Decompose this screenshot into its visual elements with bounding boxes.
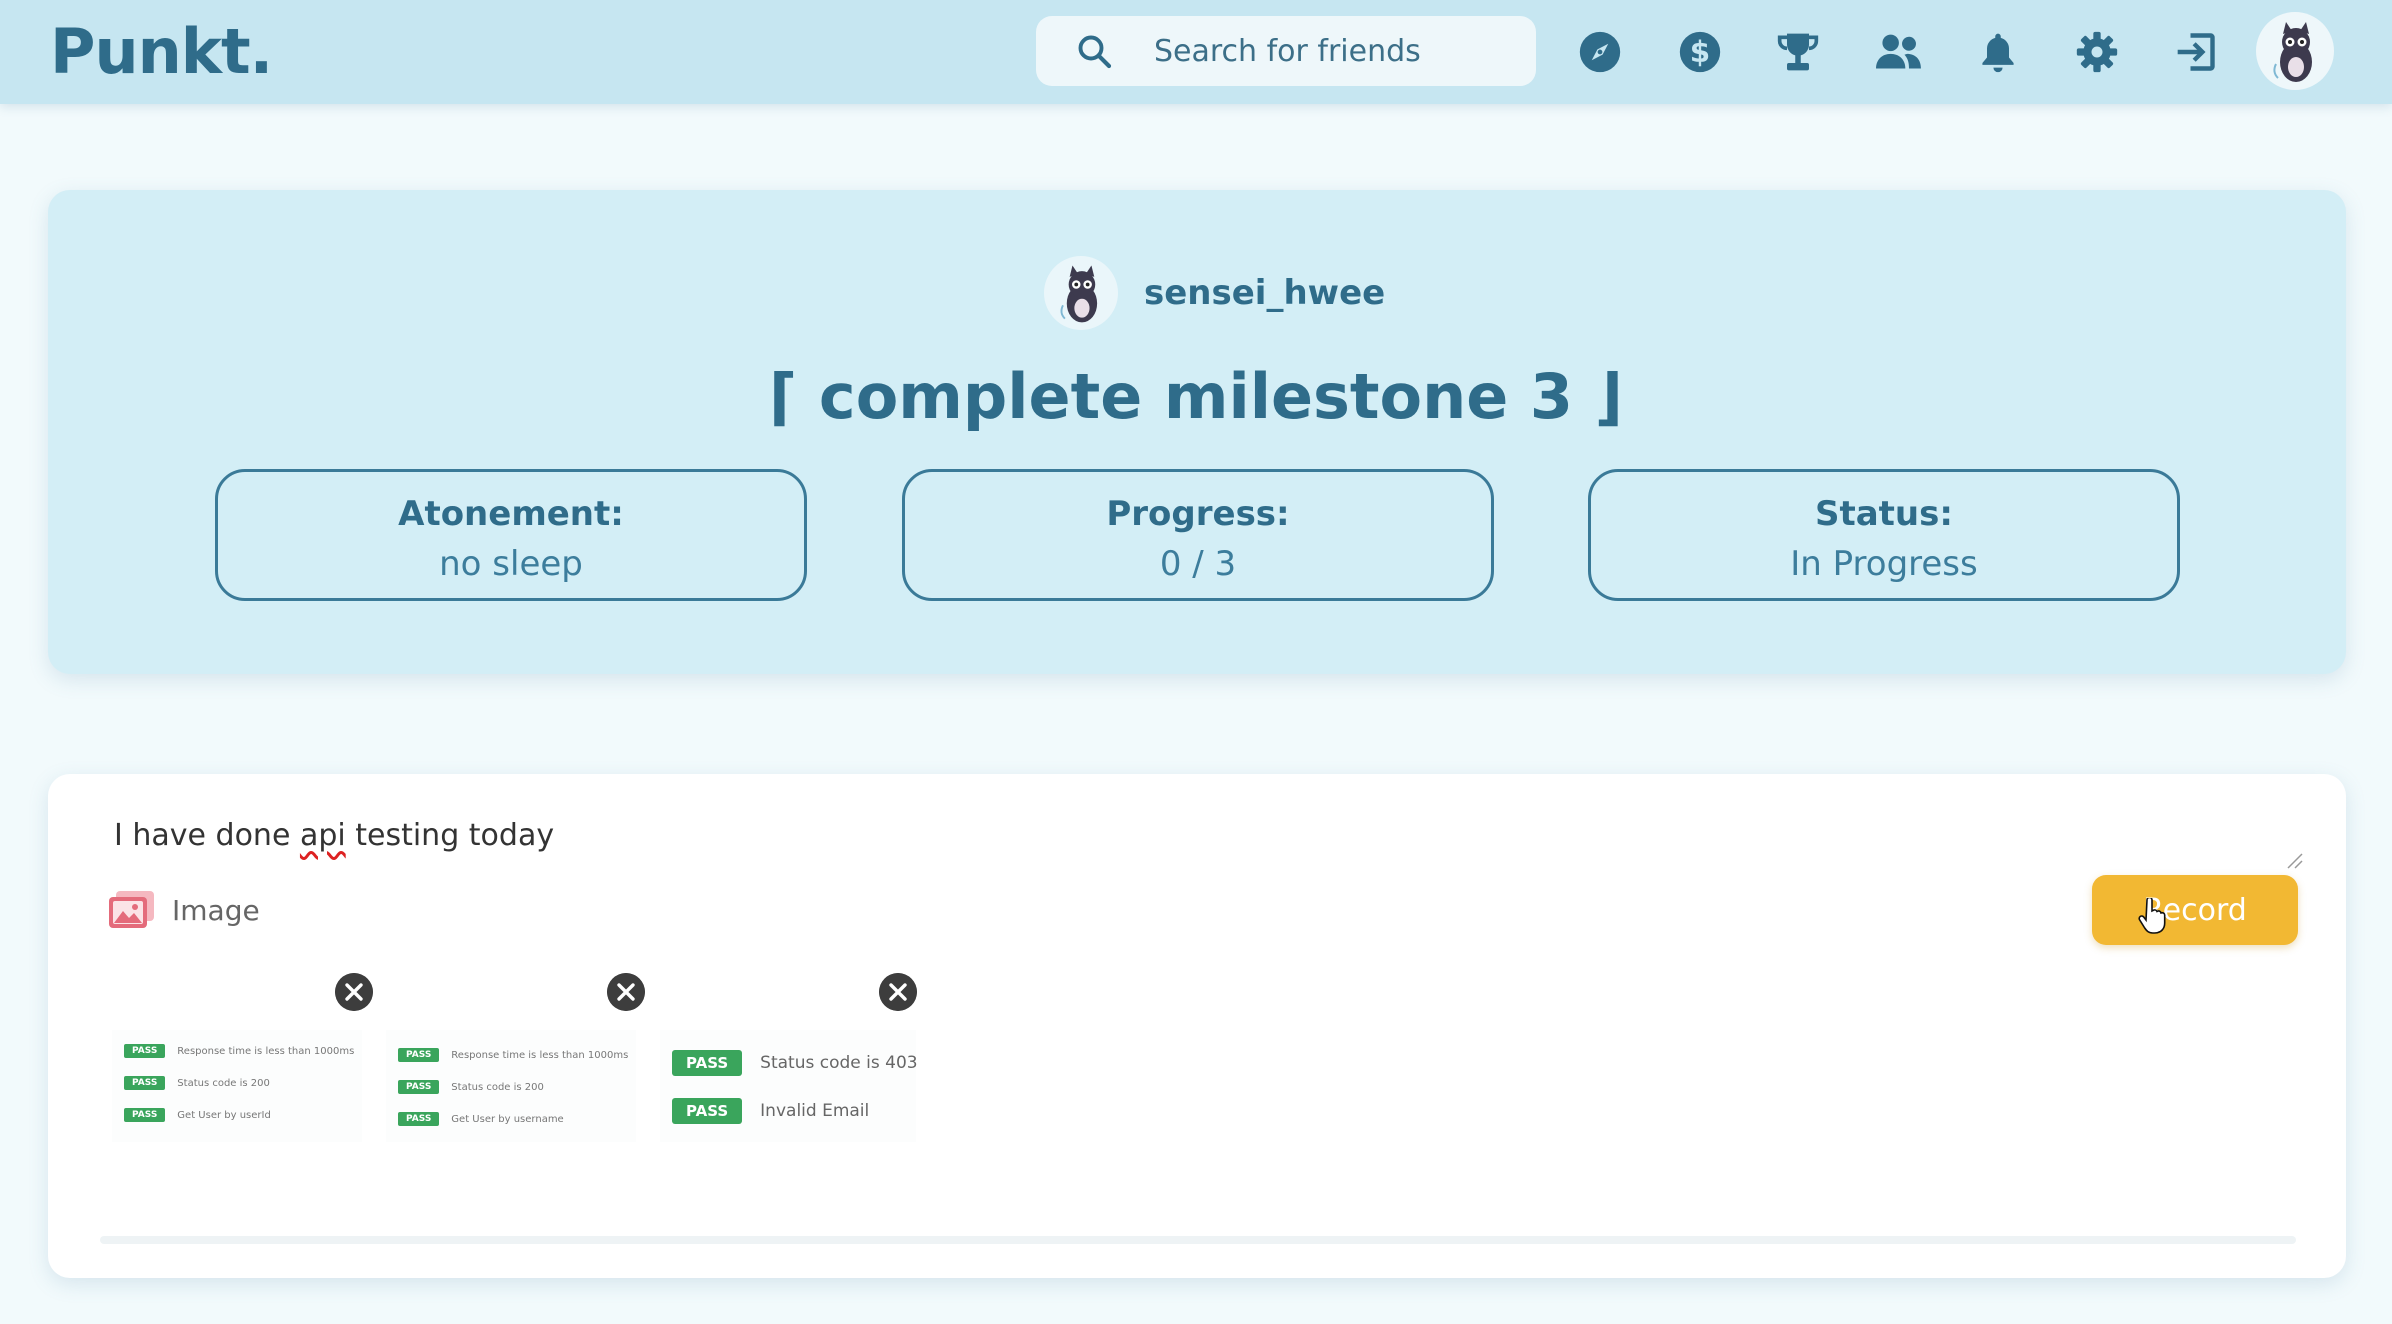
friend-search-box[interactable] — [1036, 16, 1536, 86]
owner-avatar[interactable] — [1044, 256, 1118, 330]
remove-image-3-button[interactable] — [879, 973, 917, 1011]
note-text-end: testing today — [345, 818, 555, 853]
search-input[interactable] — [1154, 16, 1514, 86]
remove-image-1-button[interactable] — [335, 973, 373, 1011]
cat-avatar-icon — [2273, 22, 2312, 82]
image-icon — [109, 891, 154, 928]
test-result-row: PASS Status code is 200 — [398, 1080, 544, 1094]
atonement-label: Atonement: — [398, 494, 624, 534]
test-name: Status code is 200 — [451, 1081, 544, 1093]
atonement-value: no sleep — [439, 544, 583, 584]
note-text-start: I have done — [114, 818, 300, 853]
pass-badge: PASS — [398, 1112, 440, 1126]
pass-badge: PASS — [124, 1108, 166, 1122]
remove-image-2-button[interactable] — [607, 973, 645, 1011]
pass-badge: PASS — [124, 1044, 166, 1058]
pass-badge: PASS — [124, 1076, 166, 1090]
status-box: Status: In Progress — [1588, 469, 2180, 601]
status-value: In Progress — [1790, 544, 1978, 584]
test-result-row: PASS Invalid Email — [672, 1098, 869, 1124]
attached-image-thumbnail-2[interactable]: PASS Response time is less than 1000ms P… — [386, 1030, 636, 1142]
logout-icon[interactable] — [2174, 30, 2218, 74]
challenge-owner[interactable]: sensei_hwee — [1044, 256, 1385, 330]
atonement-box: Atonement: no sleep — [215, 469, 807, 601]
hand-pointer-cursor-icon — [2138, 898, 2166, 934]
attached-image-thumbnail-1[interactable]: PASS Response time is less than 1000ms P… — [112, 1030, 362, 1142]
pass-badge: PASS — [672, 1098, 743, 1124]
attached-image-thumbnail-3[interactable]: PASS Status code is 403 PASS Invalid Ema… — [660, 1030, 918, 1142]
add-image-label: Image — [172, 893, 260, 927]
pass-badge: PASS — [398, 1080, 440, 1094]
horizontal-scrollbar[interactable] — [100, 1236, 2296, 1244]
test-name: Get User by username — [451, 1113, 564, 1125]
note-misspelled-word: api — [299, 818, 346, 853]
test-result-row: PASS Response time is less than 1000ms — [124, 1044, 354, 1058]
profile-avatar[interactable] — [2256, 12, 2334, 90]
test-result-row: PASS Get User by username — [398, 1112, 564, 1126]
test-name: Response time is less than 1000ms — [177, 1045, 355, 1057]
add-image-button[interactable]: Image — [108, 890, 260, 930]
trophy-icon[interactable] — [1776, 30, 1820, 74]
app-logo[interactable]: Punkt. — [50, 14, 273, 90]
dollar-icon[interactable]: $ — [1678, 30, 1722, 74]
pass-badge: PASS — [672, 1050, 743, 1076]
test-name: Status code is 403 — [760, 1053, 918, 1073]
test-result-row: PASS Status code is 403 — [672, 1050, 918, 1076]
svg-text:$: $ — [1690, 35, 1710, 69]
test-result-row: PASS Response time is less than 1000ms — [398, 1048, 628, 1062]
owner-username[interactable]: sensei_hwee — [1144, 273, 1385, 313]
test-name: Invalid Email — [760, 1101, 870, 1121]
test-result-row: PASS Get User by userId — [124, 1108, 271, 1122]
status-label: Status: — [1815, 494, 1953, 534]
test-name: Response time is less than 1000ms — [451, 1049, 629, 1061]
top-navigation-bar: Punkt. $ — [0, 0, 2392, 104]
progress-label: Progress: — [1106, 494, 1290, 534]
test-result-row: PASS Status code is 200 — [124, 1076, 270, 1090]
bell-icon[interactable] — [1976, 30, 2020, 74]
record-note-textarea[interactable]: I have done api testing today — [114, 816, 2294, 866]
challenge-title: ⌈ complete milestone 3 ⌋ — [769, 360, 1623, 433]
friends-icon[interactable] — [1874, 30, 1922, 74]
progress-box: Progress: 0 / 3 — [902, 469, 1494, 601]
progress-value: 0 / 3 — [1159, 544, 1237, 584]
test-name: Status code is 200 — [177, 1077, 270, 1089]
record-button[interactable]: Record — [2092, 875, 2298, 945]
gear-icon[interactable] — [2075, 30, 2119, 74]
cat-avatar-icon — [1060, 265, 1098, 323]
resize-grip-icon[interactable] — [2284, 850, 2304, 870]
pass-badge: PASS — [398, 1048, 440, 1062]
search-icon — [1078, 35, 1112, 69]
compass-icon[interactable] — [1578, 30, 1622, 74]
test-name: Get User by userId — [177, 1109, 271, 1121]
